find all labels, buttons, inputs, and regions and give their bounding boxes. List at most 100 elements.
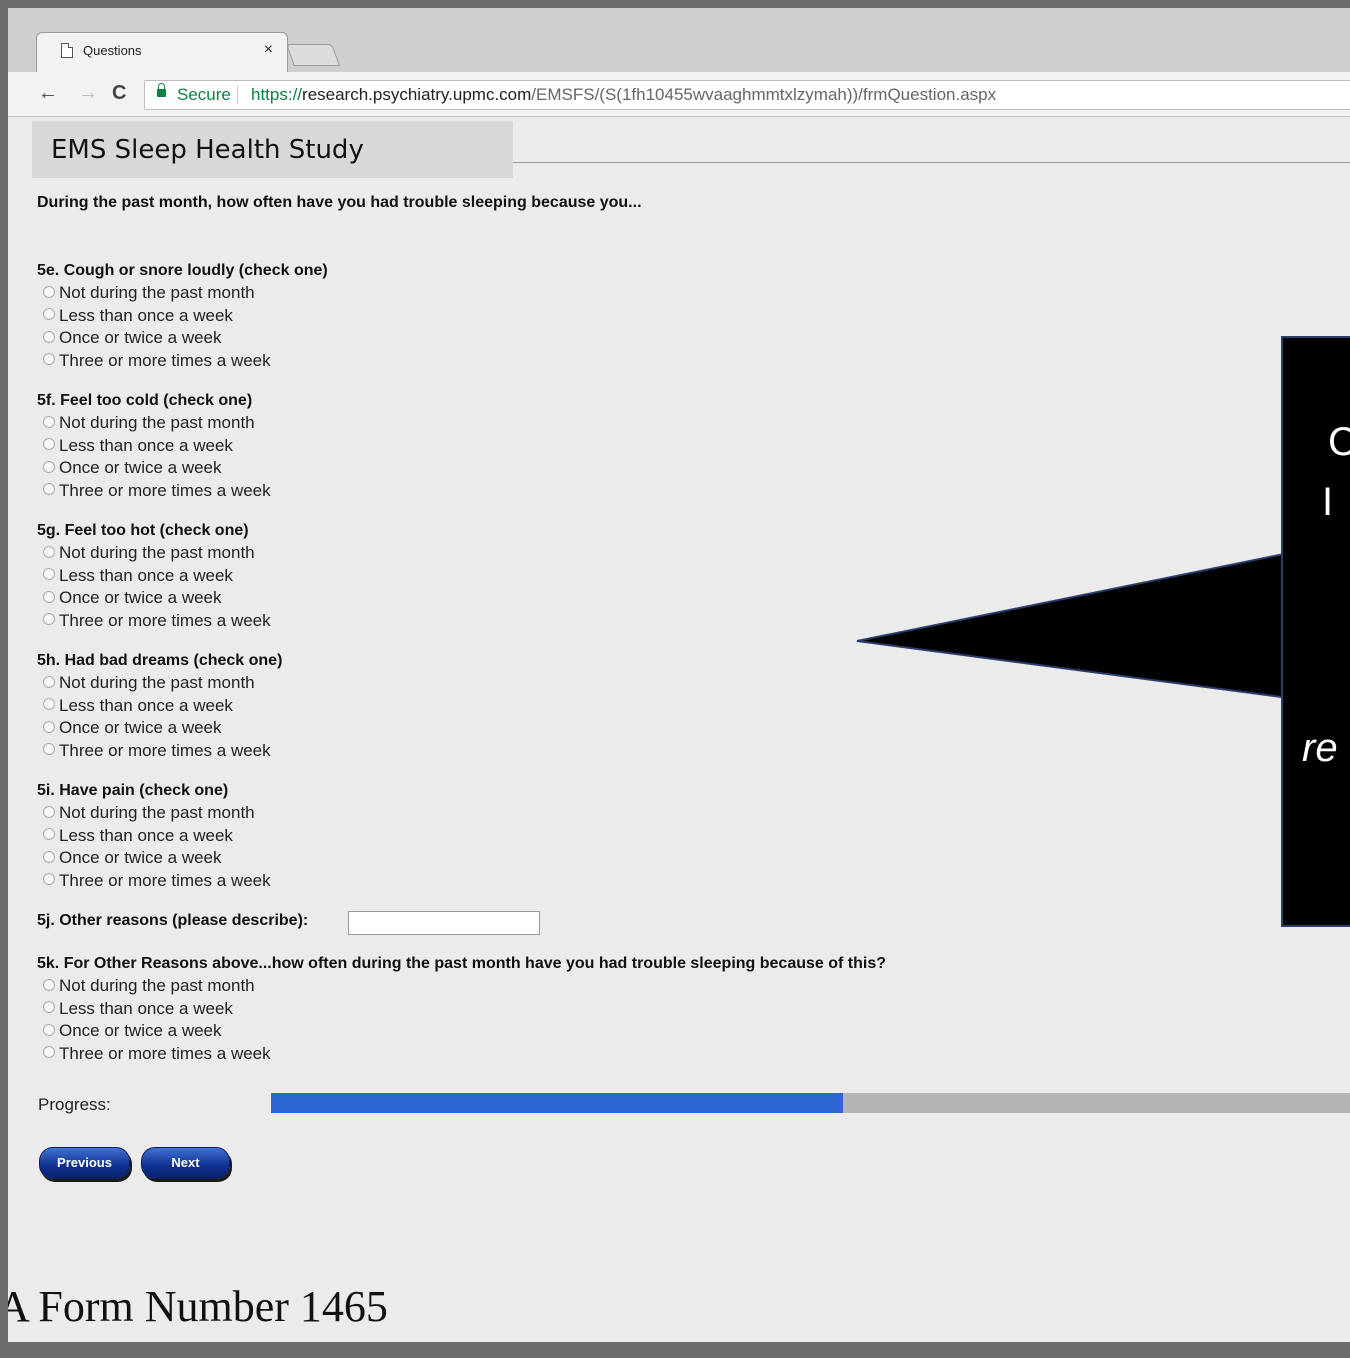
radio-button[interactable]	[43, 545, 55, 558]
option[interactable]: Less than once a week	[37, 825, 271, 848]
question-5i: 5i. Have pain (check one) Not during the…	[37, 780, 271, 892]
radio-button[interactable]	[43, 415, 55, 428]
radio-button[interactable]	[43, 978, 55, 991]
url-text[interactable]: https://research.psychiatry.upmc.com/EMS…	[251, 81, 996, 109]
tab-strip: Questions ×	[8, 8, 1350, 73]
option-label: Less than once a week	[59, 998, 233, 1018]
option[interactable]: Three or more times a week	[37, 1043, 886, 1066]
option[interactable]: Once or twice a week	[37, 1020, 886, 1043]
radio-button[interactable]	[43, 308, 55, 321]
radio-button[interactable]	[43, 590, 55, 603]
callout-text-line: I	[1322, 480, 1334, 524]
option[interactable]: Once or twice a week	[37, 587, 271, 610]
question-title: 5k. For Other Reasons above...how often …	[37, 955, 887, 972]
option[interactable]: Less than once a week	[37, 305, 328, 328]
question-title: 5g. Feel too hot (check one)	[37, 522, 249, 539]
option-label: Three or more times a week	[59, 350, 271, 370]
address-bar[interactable]: Secure https://research.psychiatry.upmc.…	[144, 80, 1350, 110]
option[interactable]: Not during the past month	[37, 802, 271, 825]
radio-button[interactable]	[43, 285, 55, 298]
radio-button[interactable]	[43, 460, 55, 473]
radio-button[interactable]	[43, 1023, 55, 1036]
option-label: Not during the past month	[59, 283, 255, 302]
option[interactable]: Three or more times a week	[37, 740, 282, 763]
option-label: Less than once a week	[59, 565, 233, 585]
url-path: /EMSFS/(S(1fh10455wvaaghmmtxlzymah))/frm…	[531, 85, 997, 104]
option[interactable]: Less than once a week	[37, 565, 271, 588]
option[interactable]: Once or twice a week	[37, 847, 271, 870]
previous-button[interactable]: Previous	[39, 1147, 130, 1179]
radio-button[interactable]	[43, 438, 55, 451]
radio-button[interactable]	[43, 850, 55, 863]
radio-button[interactable]	[43, 720, 55, 733]
question-5f: 5f. Feel too cold (check one) Not during…	[37, 390, 271, 502]
progress-fill	[271, 1093, 843, 1113]
option-label: Not during the past month	[59, 673, 255, 692]
reload-icon[interactable]: C	[112, 82, 126, 104]
option[interactable]: Not during the past month	[37, 542, 271, 565]
radio-button[interactable]	[43, 743, 55, 756]
option-label: Once or twice a week	[59, 848, 222, 868]
radio-button[interactable]	[43, 805, 55, 818]
browser-window: Questions × ← → C Secure https://researc…	[8, 8, 1350, 1342]
option[interactable]: Not during the past month	[37, 975, 886, 998]
radio-button[interactable]	[43, 828, 55, 841]
tab-close-icon[interactable]: ×	[264, 41, 273, 59]
question-title: 5h. Had bad dreams (check one)	[37, 652, 283, 669]
option[interactable]: Three or more times a week	[37, 870, 271, 893]
lock-icon	[157, 83, 166, 97]
callout-text-line: re	[1302, 726, 1338, 770]
option-label: Once or twice a week	[59, 328, 222, 348]
form-number-caption: A Form Number 1465	[8, 1282, 388, 1331]
radio-button[interactable]	[43, 675, 55, 688]
question-title: 5f. Feel too cold (check one)	[37, 392, 253, 409]
radio-button[interactable]	[43, 1001, 55, 1014]
option[interactable]: Three or more times a week	[37, 610, 271, 633]
radio-button[interactable]	[43, 330, 55, 343]
option[interactable]: Three or more times a week	[37, 480, 271, 503]
url-scheme: https://	[251, 85, 303, 104]
question-title: 5i. Have pain (check one)	[37, 782, 229, 799]
option-label: Not during the past month	[59, 413, 255, 432]
next-button[interactable]: Next	[141, 1147, 230, 1179]
option[interactable]: Not during the past month	[37, 282, 328, 305]
question-title: 5e. Cough or snore loudly (check one)	[37, 262, 328, 279]
option[interactable]: Not during the past month	[37, 672, 282, 695]
radio-button[interactable]	[43, 568, 55, 581]
option-label: Once or twice a week	[59, 718, 222, 738]
option-label: Less than once a week	[59, 435, 233, 455]
radio-button[interactable]	[43, 873, 55, 886]
radio-button[interactable]	[43, 483, 55, 496]
progress-label: Progress:	[38, 1095, 111, 1114]
study-title: EMS Sleep Health Study	[32, 121, 513, 178]
option-label: Less than once a week	[59, 825, 233, 845]
other-reasons-input[interactable]	[348, 911, 540, 935]
question-5e: 5e. Cough or snore loudly (check one) No…	[37, 260, 328, 372]
option-label: Not during the past month	[59, 976, 255, 995]
radio-button[interactable]	[43, 613, 55, 626]
option[interactable]: Not during the past month	[37, 412, 271, 435]
question-5g: 5g. Feel too hot (check one) Not during …	[37, 520, 271, 632]
forward-arrow-icon[interactable]: →	[78, 82, 98, 104]
option[interactable]: Once or twice a week	[37, 327, 328, 350]
option-label: Not during the past month	[59, 543, 255, 562]
option[interactable]: Less than once a week	[37, 435, 271, 458]
new-tab-button[interactable]	[285, 44, 341, 66]
option[interactable]: Less than once a week	[37, 998, 886, 1021]
option[interactable]: Three or more times a week	[37, 350, 328, 373]
option-label: Three or more times a week	[59, 870, 271, 890]
option[interactable]: Once or twice a week	[37, 717, 282, 740]
question-intro: During the past month, how often have yo…	[37, 194, 642, 211]
back-arrow-icon[interactable]: ←	[38, 82, 58, 104]
address-separator	[237, 86, 238, 104]
option-label: Three or more times a week	[59, 740, 271, 760]
option-label: Once or twice a week	[59, 458, 222, 478]
tab-questions[interactable]: Questions ×	[36, 32, 288, 73]
callout-text-line: C	[1328, 420, 1350, 464]
tab-title: Questions	[83, 43, 142, 58]
radio-button[interactable]	[43, 1046, 55, 1059]
radio-button[interactable]	[43, 353, 55, 366]
option[interactable]: Less than once a week	[37, 695, 282, 718]
option[interactable]: Once or twice a week	[37, 457, 271, 480]
radio-button[interactable]	[43, 698, 55, 711]
